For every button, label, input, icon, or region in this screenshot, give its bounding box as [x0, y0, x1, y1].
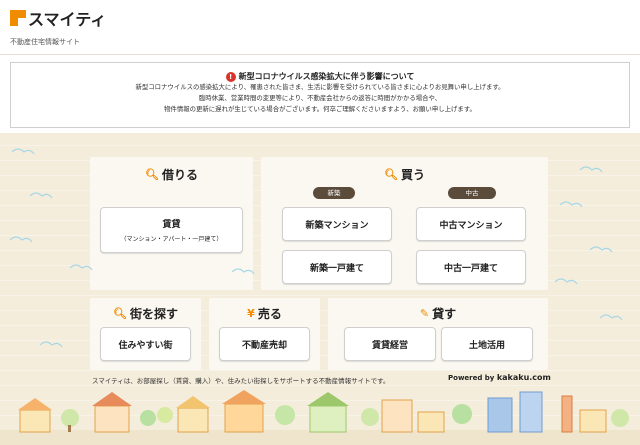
sell-button-label: 不動産売却 — [241, 340, 287, 351]
town-title-row: 🔍︎ 街を探す — [90, 305, 201, 322]
buy-title: 買う — [400, 168, 425, 182]
search-icon: 🔍︎ — [145, 168, 159, 181]
rent-card: 🔍︎ 借りる 賃貸 （マンション・アパート・一戸建て） — [90, 157, 253, 290]
yen-icon: ¥ — [247, 307, 255, 320]
rental-management-label: 賃貸経営 — [371, 340, 408, 351]
new-build-pill: 新築 — [313, 187, 355, 199]
used-house-label: 中古一戸建て — [443, 263, 498, 274]
sell-title-row: ¥ 売る — [209, 305, 320, 322]
rent-button-sub: （マンション・アパート・一戸建て） — [120, 236, 223, 243]
logo-text: スマイティ — [28, 10, 107, 29]
notice-line: 新型コロナウイルスの感染拡大により、罹患された皆さま、生活に影響を受けられている… — [135, 83, 505, 91]
used-mansion-label: 中古マンション — [439, 220, 503, 231]
lend-title: 貸す — [432, 307, 457, 321]
rent-title-row: 🔍︎ 借りる — [90, 166, 253, 183]
site-logo[interactable]: スマイティ — [10, 6, 106, 30]
logo-mark-icon — [10, 10, 26, 26]
covid-notice: ! 新型コロナウイルス感染拡大に伴う影響について 新型コロナウイルスの感染拡大に… — [10, 62, 630, 128]
new-house-label: 新築一戸建て — [309, 263, 364, 274]
rent-button-label: 賃貸 — [162, 220, 181, 230]
site-description: スマイティは、お部屋探し（賃貸、購入）や、住みたい街探しをサポートする不動産情報… — [92, 377, 390, 385]
new-mansion-button[interactable]: 新築マンション — [282, 207, 392, 241]
town-button[interactable]: 住みやすい街 — [100, 327, 191, 361]
search-icon: 🔍︎ — [384, 168, 398, 181]
kakaku-logo: kakaku.com — [496, 373, 551, 382]
new-house-button[interactable]: 新築一戸建て — [282, 250, 392, 284]
rent-title: 借りる — [161, 168, 198, 182]
buy-card: 🔍︎ 買う 新築 中古 新築マンション 中古マンション 新築一戸建て 中古一戸建… — [261, 157, 548, 290]
land-use-label: 土地活用 — [468, 340, 505, 351]
rental-management-button[interactable]: 賃貸経営 — [344, 327, 436, 361]
powered-prefix: Powered by — [448, 374, 495, 382]
notice-title: 新型コロナウイルス感染拡大に伴う影響について — [238, 72, 415, 81]
new-mansion-label: 新築マンション — [305, 220, 369, 231]
land-use-button[interactable]: 土地活用 — [441, 327, 533, 361]
lend-card: ✎ 貸す 賃貸経営 土地活用 — [328, 298, 548, 370]
used-mansion-button[interactable]: 中古マンション — [416, 207, 526, 241]
used-house-button[interactable]: 中古一戸建て — [416, 250, 526, 284]
logo-subtitle: 不動産住宅情報サイト — [10, 38, 80, 46]
buy-title-row: 🔍︎ 買う — [261, 166, 548, 183]
pencil-note-icon: ✎ — [419, 307, 430, 320]
search-icon: 🔍︎ — [113, 307, 127, 320]
sell-button[interactable]: 不動産売却 — [219, 327, 310, 361]
site-header: スマイティ 不動産住宅情報サイト — [0, 0, 640, 55]
notice-line: 物件情報の更新に遅れが生じている場合がございます。何卒ご理解くださいますよう、お… — [164, 105, 476, 113]
lend-title-row: ✎ 貸す — [328, 305, 548, 322]
used-pill: 中古 — [448, 187, 496, 199]
town-button-label: 住みやすい街 — [118, 340, 173, 351]
sell-card: ¥ 売る 不動産売却 — [209, 298, 320, 370]
powered-by[interactable]: Powered by kakaku.com — [448, 373, 551, 382]
notice-line: 臨時休業、営業時間の変更等により、不動産会社からの返答に時間がかかる場合や、 — [198, 94, 442, 102]
rent-button[interactable]: 賃貸 （マンション・アパート・一戸建て） — [100, 207, 243, 253]
town-title: 街を探す — [129, 307, 178, 321]
sell-title: 売る — [257, 307, 282, 321]
alert-icon: ! — [225, 71, 236, 82]
town-card: 🔍︎ 街を探す 住みやすい街 — [90, 298, 201, 370]
notice-title-row: ! 新型コロナウイルス感染拡大に伴う影響について — [11, 71, 629, 82]
